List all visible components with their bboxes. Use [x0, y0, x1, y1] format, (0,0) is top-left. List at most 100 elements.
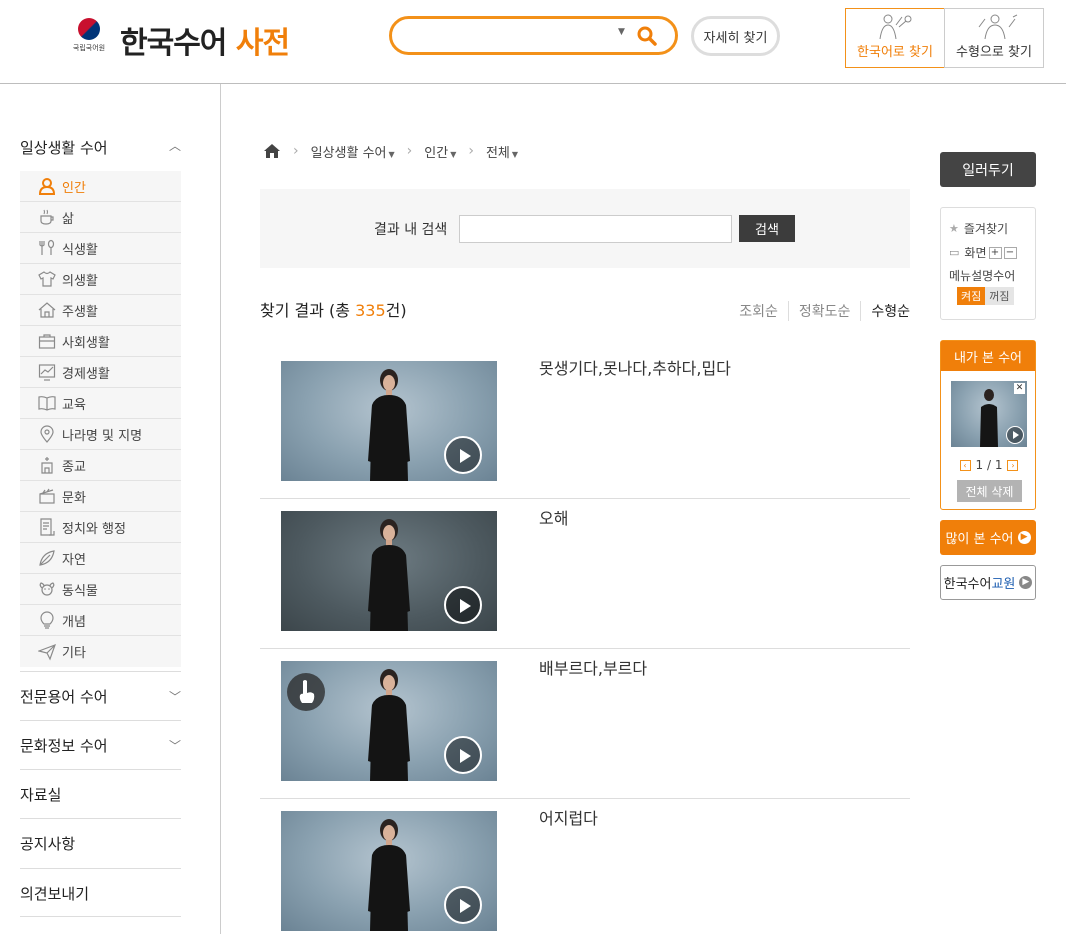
- home-icon[interactable]: [263, 143, 281, 159]
- sidebar-item-label: 문화: [62, 490, 86, 506]
- chevron-down-icon: ﹀: [168, 739, 181, 753]
- sidebar-item-12[interactable]: 자연: [20, 543, 181, 574]
- search-by-korean-button[interactable]: 한국어로 찾기: [845, 8, 945, 68]
- result-search-input[interactable]: [459, 215, 732, 243]
- play-icon[interactable]: [444, 436, 482, 474]
- signer-figure: [368, 669, 410, 781]
- prev-page-icon[interactable]: ‹: [959, 459, 971, 471]
- breadcrumb-item-subcategory[interactable]: 인간 ▼: [424, 142, 456, 161]
- result-word[interactable]: 배부르다,부르다: [539, 655, 647, 679]
- next-page-icon[interactable]: ›: [1007, 459, 1019, 471]
- screen-zoom-control: ▭ 화면 + −: [949, 244, 1017, 261]
- sidebar-item-5[interactable]: 사회생활: [20, 326, 181, 357]
- sidebar-section-daily-life[interactable]: 일상생활 수어 ︿: [20, 137, 181, 158]
- sidebar-item-9[interactable]: 종교: [20, 450, 181, 481]
- search-by-handshape-label: 수형으로 찾기: [956, 45, 1032, 60]
- sidebar-link-technical-terms[interactable]: 전문용어 수어 ﹀: [20, 671, 181, 720]
- result-search-panel: 결과 내 검색 검색: [260, 189, 910, 268]
- sidebar-item-label: 동식물: [62, 583, 98, 599]
- search-by-handshape-button[interactable]: 수형으로 찾기: [944, 8, 1044, 68]
- guide-button[interactable]: 일러두기: [940, 152, 1036, 187]
- sidebar-link-culture-info[interactable]: 문화정보 수어 ﹀: [20, 720, 181, 769]
- zoom-in-button[interactable]: +: [988, 246, 1002, 259]
- sidebar-link-feedback[interactable]: 의견보내기: [20, 868, 181, 917]
- video-thumbnail[interactable]: [281, 511, 497, 631]
- breadcrumb-item-category[interactable]: 일상생활 수어 ▼: [311, 142, 395, 161]
- sidebar-item-label: 의생활: [62, 273, 98, 289]
- sort-options: 조회순 정확도순 수형순: [729, 301, 910, 321]
- play-icon[interactable]: [444, 736, 482, 774]
- paper-plane-icon: [38, 643, 56, 661]
- play-icon[interactable]: [444, 886, 482, 924]
- sidebar-item-label: 기타: [62, 646, 86, 661]
- document-icon: [40, 518, 55, 536]
- sidebar-category-list: 인간삶식생활의생활주생활 사회생활 경제생활 교육 나라명 및 지명종교문화정치와 행정…: [20, 171, 181, 667]
- breadcrumb-item-filter[interactable]: 전체 ▼: [486, 142, 518, 161]
- sidebar-item-6[interactable]: 경제생활: [20, 357, 181, 388]
- sidebar-item-label: 개념: [62, 614, 86, 630]
- breadcrumb-separator: ›: [468, 143, 474, 159]
- sidebar-link-notices[interactable]: 공지사항: [20, 818, 181, 867]
- search-icon[interactable]: [636, 25, 658, 47]
- sidebar-item-1[interactable]: 삶: [20, 202, 181, 233]
- sidebar-item-2[interactable]: 식생활: [20, 233, 181, 264]
- sidebar-item-4[interactable]: 주생활: [20, 295, 181, 326]
- result-word[interactable]: 오해: [539, 505, 568, 529]
- delete-all-button[interactable]: 전체 삭제: [957, 480, 1022, 502]
- sidebar-item-label: 종교: [62, 459, 86, 475]
- video-thumbnail[interactable]: [281, 811, 497, 931]
- sidebar-item-0[interactable]: 인간: [20, 171, 181, 202]
- most-viewed-button[interactable]: 많이 본 수어 ▶: [940, 520, 1036, 555]
- recent-video-thumbnail[interactable]: ✕: [951, 381, 1027, 447]
- sign-teacher-button[interactable]: 한국수어 교원 ▶: [940, 565, 1036, 600]
- sidebar-item-8[interactable]: 나라명 및 지명: [20, 419, 181, 450]
- signer-figure: [980, 389, 998, 447]
- favorites-link[interactable]: ★ 즐겨찾기: [949, 220, 1008, 237]
- site-title[interactable]: 한국수어 사전: [120, 18, 290, 62]
- sidebar-item-3[interactable]: 의생활: [20, 264, 181, 295]
- detail-search-button[interactable]: 자세히 찾기: [691, 16, 780, 56]
- sidebar-item-7[interactable]: 교육: [20, 388, 181, 419]
- map-pin-icon: [40, 425, 54, 443]
- sort-by-views[interactable]: 조회순: [729, 301, 788, 321]
- result-word[interactable]: 어지럽다: [539, 805, 598, 829]
- most-viewed-label: 많이 본 수어: [945, 532, 1014, 547]
- cup-icon: [40, 209, 54, 225]
- chevron-down-icon[interactable]: ▼: [618, 27, 625, 37]
- main-search-input[interactable]: [406, 25, 606, 47]
- result-row: 못생기다,못나다,추하다,밉다: [260, 349, 910, 499]
- close-icon[interactable]: ✕: [1014, 383, 1025, 394]
- sidebar-item-10[interactable]: 문화: [20, 481, 181, 512]
- video-thumbnail[interactable]: [281, 661, 497, 781]
- search-by-korean-label: 한국어로 찾기: [857, 45, 933, 60]
- sidebar-link-archive[interactable]: 자료실: [20, 769, 181, 818]
- sidebar-item-label: 삶: [62, 211, 74, 227]
- zoom-out-button[interactable]: −: [1003, 246, 1017, 259]
- sidebar-item-11[interactable]: 정치와 행정: [20, 512, 181, 543]
- site-title-main: 한국수어: [120, 26, 227, 61]
- menu-sign-off-button[interactable]: 꺼짐: [985, 287, 1014, 305]
- sort-by-handshape[interactable]: 수형순: [860, 301, 910, 321]
- sidebar-link-label: 의견보내기: [20, 885, 90, 903]
- play-icon[interactable]: [1006, 426, 1024, 444]
- result-search-button[interactable]: 검색: [739, 215, 795, 242]
- dog-icon: [39, 582, 55, 596]
- teacher-label-accent: 교원: [991, 577, 1016, 592]
- sidebar-item-13[interactable]: 동식물: [20, 574, 181, 605]
- signing-hands-icon: [879, 14, 912, 39]
- monitor-icon: ▭: [949, 246, 960, 259]
- breadcrumb-separator: ›: [406, 143, 413, 159]
- result-word[interactable]: 못생기다,못나다,추하다,밉다: [539, 355, 731, 379]
- menu-sign-on-button[interactable]: 켜짐: [957, 287, 986, 305]
- breadcrumb-separator: ›: [293, 143, 299, 159]
- sidebar-item-14[interactable]: 개념: [20, 605, 181, 636]
- lightbulb-icon: [40, 611, 54, 629]
- recent-pager: ‹ 1 / 1 ›: [941, 458, 1037, 472]
- play-icon[interactable]: [444, 586, 482, 624]
- government-emblem-logo[interactable]: 국립국어원: [72, 18, 106, 54]
- sidebar-item-15[interactable]: 기타: [20, 636, 181, 667]
- video-thumbnail[interactable]: [281, 361, 497, 481]
- sidebar-link-label: 자료실: [20, 786, 62, 804]
- chart-icon: [38, 364, 56, 381]
- sort-by-accuracy[interactable]: 정확도순: [787, 301, 861, 321]
